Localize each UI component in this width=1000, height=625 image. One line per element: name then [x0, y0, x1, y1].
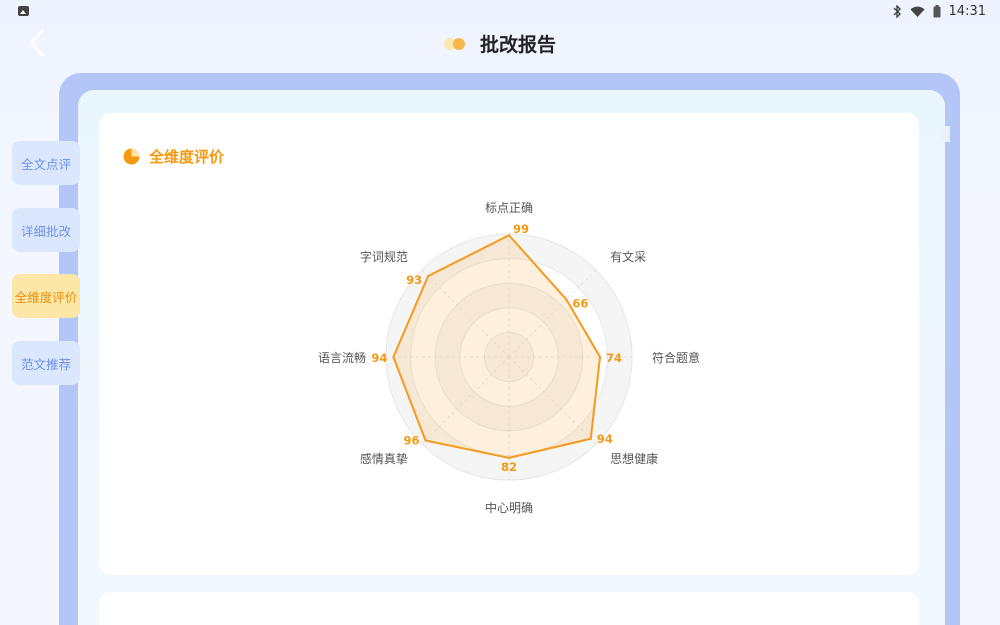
- radar-chart: 标点正确 99 有文采 66 符合题意 74 思想健康 94 中心明确 82 感情真挚 96 语言流畅 9…: [318, 201, 700, 515]
- radar-value-label: 96: [403, 433, 419, 447]
- status-time: 14:31: [948, 4, 986, 19]
- battery-icon: [933, 5, 941, 18]
- radar-axis-label: 有文采: [610, 249, 646, 264]
- bluetooth-icon: [893, 5, 902, 18]
- frame-nub: [940, 126, 950, 142]
- tab-sample-recommendation[interactable]: 范文推荐: [12, 341, 80, 385]
- wifi-icon: [910, 6, 925, 18]
- status-bar: 14:31: [0, 0, 1000, 24]
- evaluation-card: 全维度评价 标点正确 99 有文采 66 符合题意 74 思想健康 94 中心明确 82 感情真挚 9…: [99, 113, 919, 575]
- radar-value-label: 99: [513, 222, 529, 236]
- radar-axis-label: 语言流畅: [318, 351, 366, 365]
- radar-axis-label: 感情真挚: [360, 451, 408, 466]
- next-section-card: [99, 592, 919, 625]
- radar-value-label: 94: [597, 432, 613, 446]
- gallery-notification-icon: [18, 6, 29, 16]
- radar-value-label: 74: [606, 351, 622, 365]
- radar-value-label: 94: [371, 351, 387, 365]
- radar-axis-label: 中心明确: [485, 500, 533, 515]
- radar-value-label: 82: [501, 460, 517, 474]
- radar-axis-label: 字词规范: [360, 249, 408, 264]
- tab-detailed-correction[interactable]: 详细批改: [12, 208, 80, 252]
- page-title: 批改报告: [479, 34, 556, 56]
- radar-axis-label: 思想健康: [610, 451, 658, 466]
- tab-all-dimension-evaluation[interactable]: 全维度评价: [12, 274, 80, 318]
- radar-axis-label: 标点正确: [485, 201, 533, 215]
- radar-value-label: 66: [572, 297, 588, 311]
- tab-full-review[interactable]: 全文点评: [12, 141, 80, 185]
- title-dots-icon: [443, 37, 466, 50]
- title-bar: 批改报告: [0, 30, 1000, 56]
- radar-value-label: 93: [406, 273, 422, 287]
- radar-axis-label: 符合题意: [652, 350, 700, 365]
